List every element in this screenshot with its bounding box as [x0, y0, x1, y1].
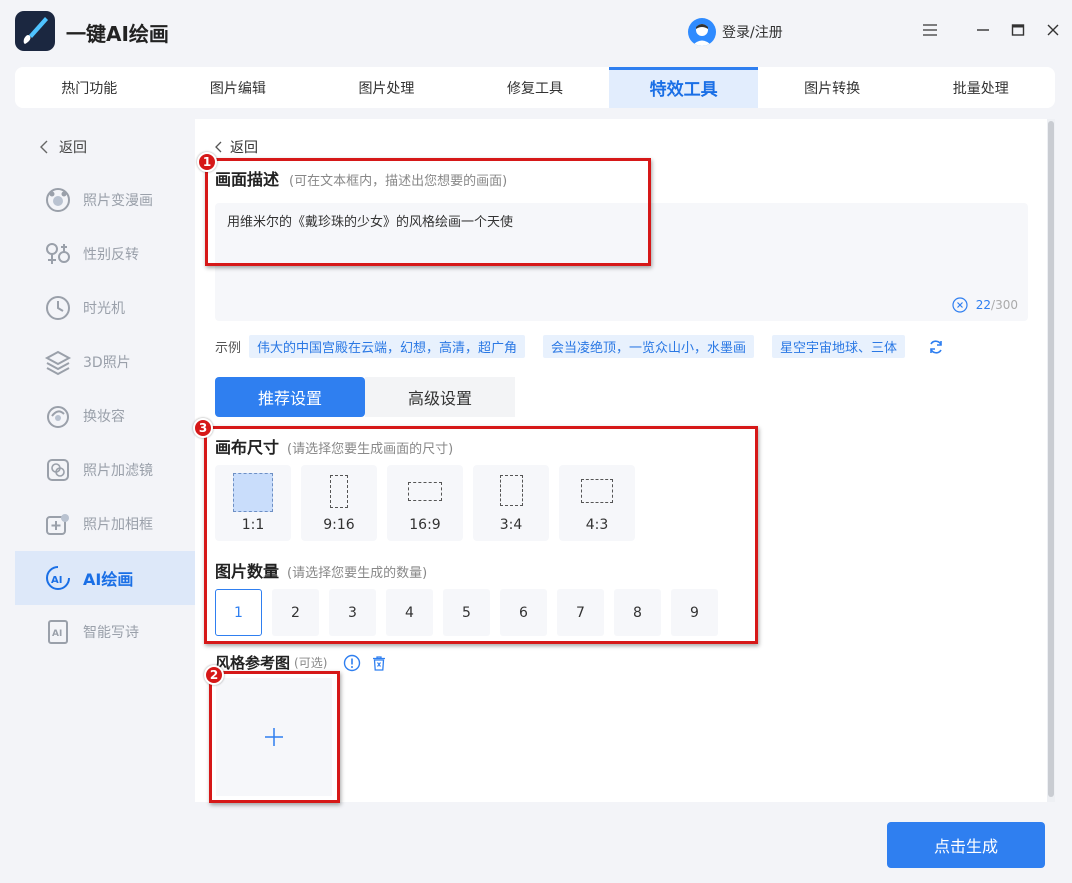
sidebar-item-label: 3D照片 — [83, 355, 131, 371]
frame-icon — [43, 509, 73, 539]
tab-image-edit[interactable]: 图片编辑 — [164, 67, 313, 108]
example-chip[interactable]: 伟大的中国宫殿在云端，幻想，高清，超广角 — [249, 335, 526, 358]
filter-icon — [43, 455, 73, 485]
app-title: 一键AI绘画 — [66, 22, 169, 46]
sidebar-item-photo-filter[interactable]: 照片加滤镜 — [15, 443, 195, 497]
refresh-icon[interactable] — [927, 338, 945, 356]
tab-recommended-settings[interactable]: 推荐设置 — [215, 377, 365, 417]
settings-tabs: 推荐设置 高级设置 — [215, 377, 515, 417]
sidebar-item-label: 时光机 — [83, 301, 125, 317]
char-count-max: /300 — [991, 298, 1018, 312]
tab-image-convert[interactable]: 图片转换 — [758, 67, 907, 108]
char-counter: 22/300 — [952, 297, 1018, 313]
tab-effect-tools[interactable]: 特效工具 — [609, 67, 758, 108]
menu-icon[interactable] — [918, 18, 942, 42]
avatar-icon — [688, 18, 716, 46]
scrollbar-thumb[interactable] — [1048, 121, 1054, 797]
sidebar-item-makeup[interactable]: 换妆容 — [15, 389, 195, 443]
tab-image-process[interactable]: 图片处理 — [312, 67, 461, 108]
style-ref-section-title: 风格参考图 (可选) — [215, 652, 387, 673]
sidebar-item-time-machine[interactable]: 时光机 — [15, 281, 195, 335]
app-logo-icon — [15, 11, 55, 51]
ai-poem-icon: AI — [43, 617, 73, 647]
example-chip[interactable]: 星空宇宙地球、三体 — [772, 335, 906, 358]
login-button[interactable]: 登录/注册 — [688, 18, 783, 46]
svg-text:AI: AI — [52, 629, 62, 639]
sidebar-item-photo-frame[interactable]: 照片加相框 — [15, 497, 195, 551]
sidebar-back-label: 返回 — [59, 140, 87, 156]
makeup-icon — [43, 401, 73, 431]
sidebar-item-3d-photo[interactable]: 3D照片 — [15, 335, 195, 389]
chevron-left-icon — [215, 141, 222, 153]
annotation-badge: 2 — [204, 665, 224, 685]
style-ref-optional: (可选) — [294, 656, 328, 670]
example-chip[interactable]: 会当凌绝顶，一览众山小，水墨画 — [543, 335, 755, 358]
tab-advanced-settings[interactable]: 高级设置 — [365, 377, 515, 417]
annotation-box — [204, 426, 758, 644]
generate-button[interactable]: 点击生成 — [887, 822, 1045, 868]
gender-icon — [43, 239, 73, 269]
info-icon[interactable] — [343, 654, 361, 672]
sidebar-item-label: 换妆容 — [83, 409, 125, 425]
bear-face-icon — [43, 185, 73, 215]
sidebar-item-label: 性别反转 — [83, 247, 139, 263]
sidebar-item-label: AI绘画 — [83, 570, 134, 589]
maximize-icon[interactable] — [1006, 18, 1030, 42]
tab-hot-features[interactable]: 热门功能 — [15, 67, 164, 108]
sidebar: 返回 照片变漫画 性别反转 时光机 3D照片 换妆容 照片加滤镜 照片加相框 A… — [15, 119, 195, 883]
sidebar-item-label: 照片加相框 — [83, 517, 153, 533]
tab-repair-tools[interactable]: 修复工具 — [461, 67, 610, 108]
main-back-button[interactable]: 返回 — [214, 137, 258, 157]
layers-icon — [43, 347, 73, 377]
annotation-box — [209, 671, 340, 803]
clock-icon — [43, 293, 73, 323]
examples-row: 示例 伟大的中国宫殿在云端，幻想，高清，超广角 会当凌绝顶，一览众山小，水墨画 … — [215, 335, 945, 358]
close-icon[interactable] — [1041, 18, 1065, 42]
examples-label: 示例 — [215, 341, 242, 356]
sidebar-item-photo-to-comic[interactable]: 照片变漫画 — [15, 173, 195, 227]
clear-icon[interactable] — [952, 297, 968, 313]
sidebar-item-label: 照片加滤镜 — [83, 463, 153, 479]
char-count-current: 22 — [975, 298, 992, 312]
sidebar-item-smart-poem[interactable]: AI 智能写诗 — [15, 605, 195, 659]
sidebar-item-gender-swap[interactable]: 性别反转 — [15, 227, 195, 281]
sidebar-item-ai-painting[interactable]: AI AI绘画 — [15, 551, 195, 605]
tab-batch-process[interactable]: 批量处理 — [906, 67, 1055, 108]
svg-text:AI: AI — [51, 575, 62, 586]
annotation-badge: 3 — [193, 418, 213, 438]
main-tab-bar: 热门功能 图片编辑 图片处理 修复工具 特效工具 图片转换 批量处理 — [15, 67, 1055, 108]
style-ref-title: 风格参考图 — [215, 654, 291, 672]
login-label: 登录/注册 — [722, 25, 783, 41]
sidebar-item-label: 照片变漫画 — [83, 193, 153, 209]
main-back-label: 返回 — [230, 140, 258, 156]
ai-paint-icon: AI — [43, 563, 73, 593]
delete-icon[interactable] — [371, 655, 387, 671]
minimize-icon[interactable] — [971, 18, 995, 42]
annotation-box — [205, 158, 651, 266]
sidebar-back-button[interactable]: 返回 — [37, 137, 87, 157]
sidebar-item-label: 智能写诗 — [83, 625, 139, 641]
chevron-left-icon — [40, 140, 48, 154]
title-bar: 一键AI绘画 登录/注册 — [0, 0, 1072, 64]
annotation-badge: 1 — [197, 152, 217, 172]
